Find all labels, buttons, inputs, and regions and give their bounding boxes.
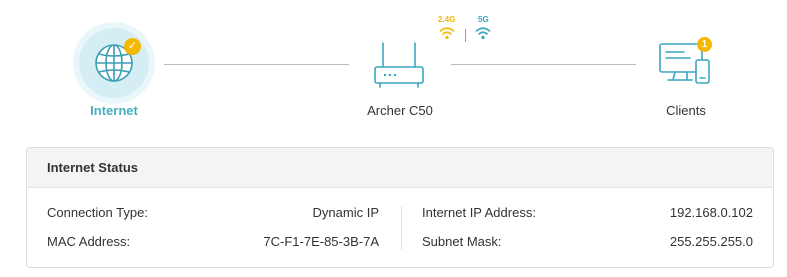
- mac-address-value: 7C-F1-7E-85-3B-7A: [263, 234, 379, 249]
- router-label[interactable]: Archer C50: [330, 103, 470, 118]
- router-node[interactable]: [372, 40, 426, 90]
- check-badge-icon: ✓: [124, 38, 141, 55]
- globe-icon: [95, 44, 133, 82]
- band-24-label: 2.4G: [438, 15, 456, 24]
- internet-ip-label: Internet IP Address:: [422, 205, 536, 220]
- internet-label[interactable]: Internet: [44, 103, 184, 118]
- network-topology: ✓ Internet 2.4G 5G Archer C50 1 Clients: [0, 0, 787, 140]
- router-icon: [374, 42, 424, 88]
- mac-address-label: MAC Address:: [47, 234, 131, 249]
- connection-type-label: Connection Type:: [47, 205, 148, 220]
- subnet-mask-value: 255.255.255.0: [669, 234, 753, 249]
- internet-status-panel: Internet Status Connection Type: Dynamic…: [26, 147, 774, 268]
- band-separator: [465, 29, 466, 42]
- clients-label[interactable]: Clients: [616, 103, 756, 118]
- clients-count-badge: 1: [697, 37, 712, 52]
- internet-circle: [79, 28, 149, 98]
- link-router-clients: [451, 64, 636, 65]
- column-divider: [401, 206, 402, 250]
- connection-type-value: Dynamic IP: [312, 205, 379, 220]
- internet-ip-value: 192.168.0.102: [669, 205, 753, 220]
- link-internet-router: [164, 64, 349, 65]
- wifi-24-icon: [439, 26, 455, 45]
- wifi-5-icon: [475, 26, 491, 45]
- panel-title: Internet Status: [27, 148, 773, 188]
- internet-node[interactable]: [79, 28, 149, 98]
- band-5-label: 5G: [478, 15, 489, 24]
- subnet-mask-label: Subnet Mask:: [422, 234, 502, 249]
